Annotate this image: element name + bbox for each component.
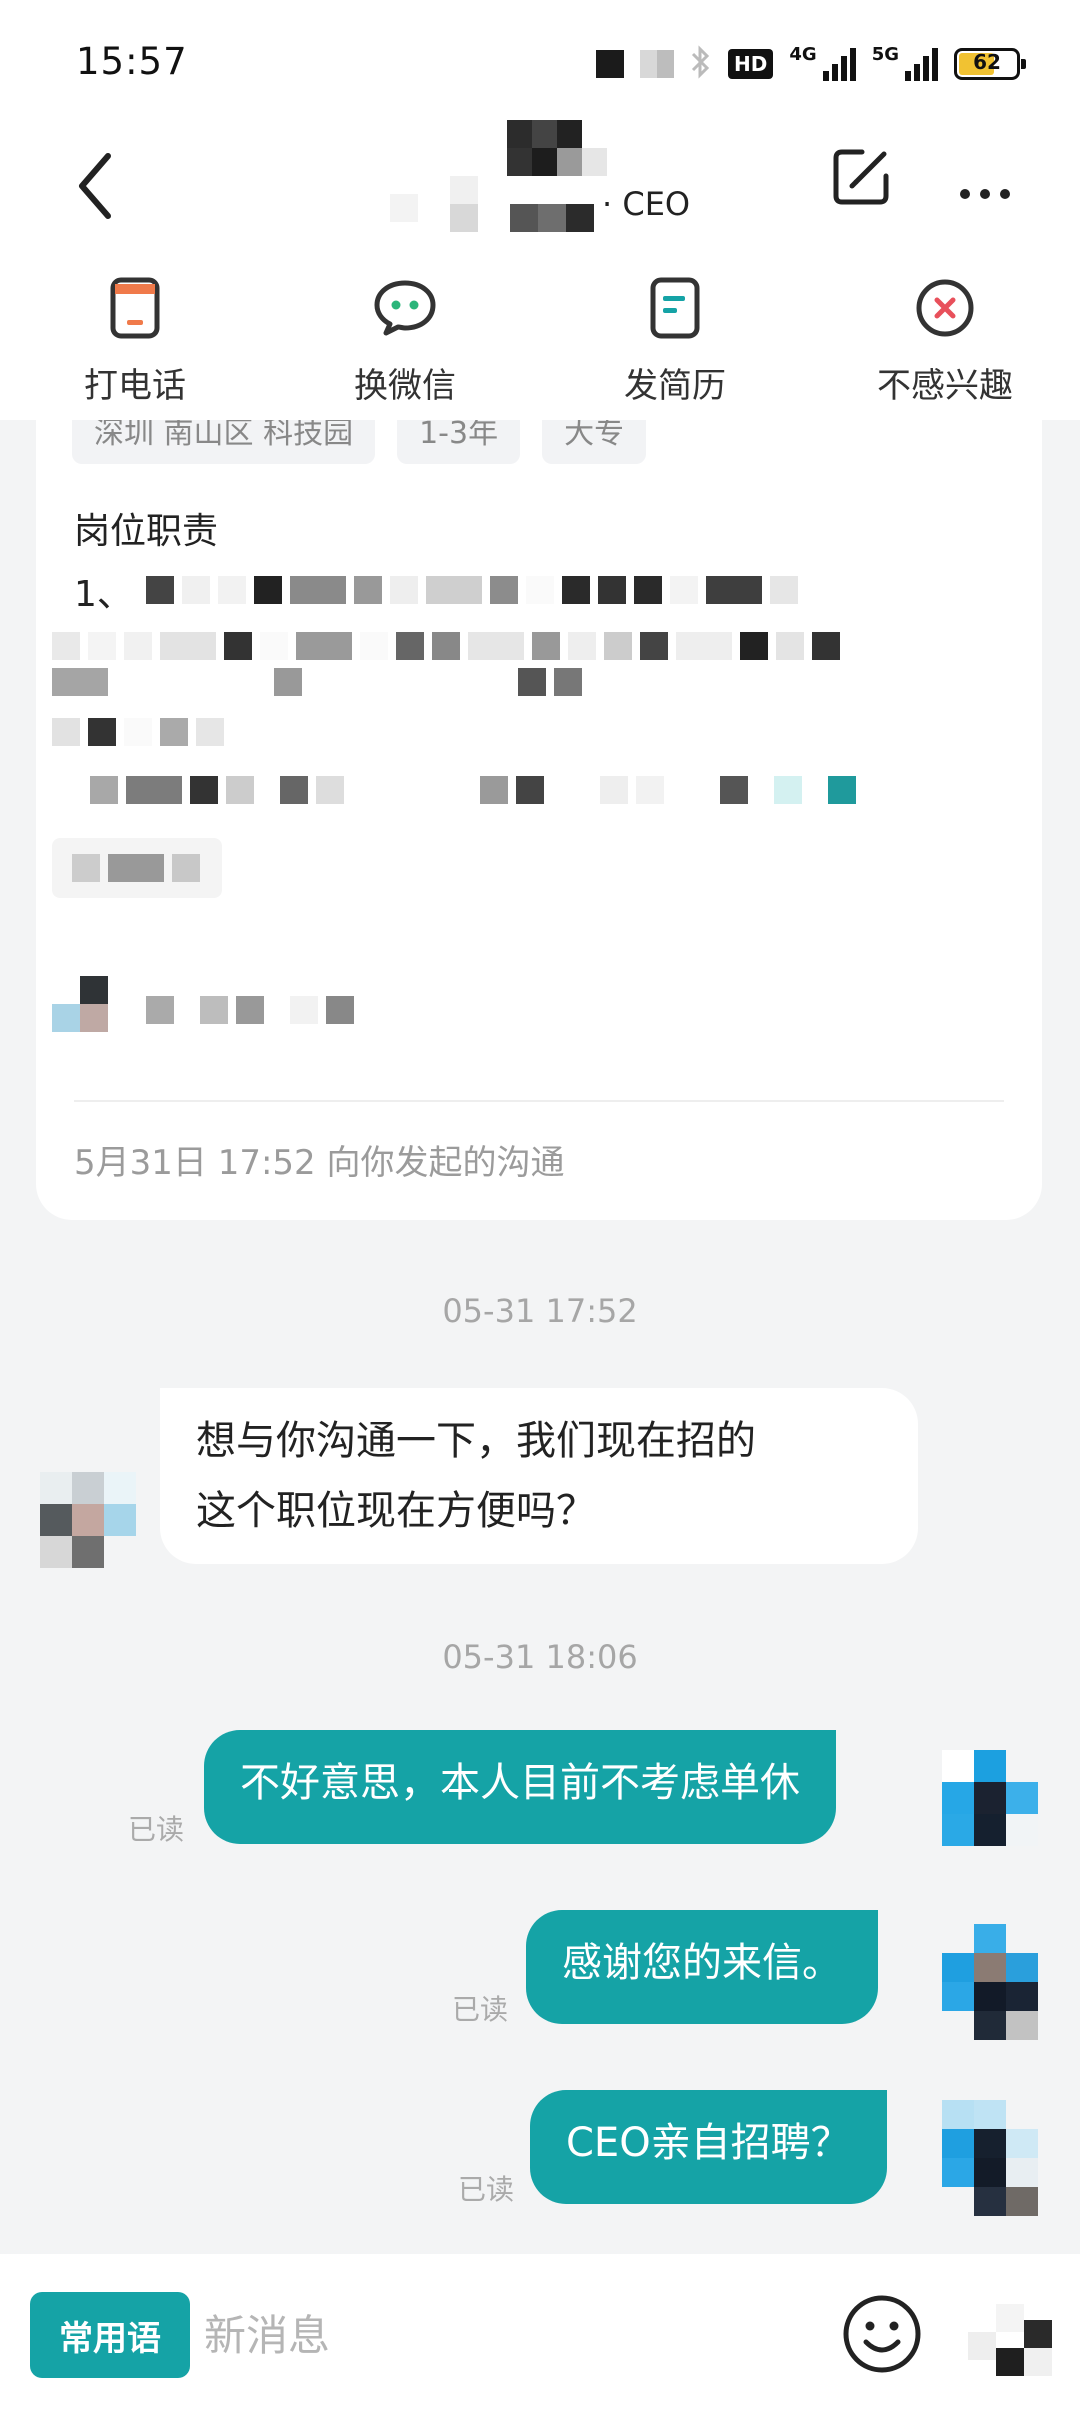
edit-button[interactable] bbox=[826, 142, 896, 212]
wechat-action[interactable]: 换微信 bbox=[270, 262, 540, 420]
message-text: CEO亲自招聘？ bbox=[566, 2120, 851, 2166]
conversation-started-time: 5月31日 17:52 向你发起的沟通 bbox=[74, 1143, 565, 1183]
recruiter-avatar bbox=[52, 976, 108, 1032]
job-card[interactable]: 深圳 南山区 科技园 1-3年 大专 岗位职责 1、 5月31日 17:52 向… bbox=[36, 420, 1042, 1220]
my-avatar[interactable] bbox=[942, 1750, 1038, 1846]
message-input[interactable] bbox=[204, 2292, 804, 2378]
edit-icon bbox=[833, 149, 889, 205]
not-interested-icon bbox=[909, 272, 981, 344]
chat-timestamp: 05-31 17:52 bbox=[442, 1292, 638, 1330]
more-icon bbox=[960, 189, 1010, 199]
action-bar: 打电话 换微信 发简历 不感兴趣 bbox=[0, 262, 1080, 420]
redacted-text bbox=[146, 996, 362, 1024]
chevron-left-icon bbox=[79, 153, 111, 219]
message-text: 感谢您的来信。 bbox=[562, 1940, 842, 1986]
divider bbox=[74, 1100, 1004, 1102]
recruiter-title: · CEO bbox=[602, 185, 691, 223]
message-text: 这个职位现在方便吗？ bbox=[196, 1488, 596, 1534]
back-button[interactable] bbox=[62, 136, 132, 226]
read-status: 已读 bbox=[452, 1993, 509, 2026]
status-bar: 15:57 HD 4G 5G 62 bbox=[0, 0, 1080, 120]
my-avatar[interactable] bbox=[942, 1924, 1038, 2040]
my-avatar[interactable] bbox=[942, 2100, 1038, 2216]
company-name-redacted bbox=[390, 176, 594, 232]
emoji-icon bbox=[843, 2295, 921, 2373]
job-description-title: 岗位职责 bbox=[74, 511, 219, 552]
job-tag-education: 大专 bbox=[542, 420, 647, 464]
network-4g-label: 4G bbox=[789, 44, 817, 65]
status-time: 15:57 bbox=[76, 40, 188, 83]
message-text: 不好意思，本人目前不考虑单休 bbox=[240, 1760, 800, 1806]
more-options-button[interactable] bbox=[960, 2300, 1056, 2380]
job-tags: 深圳 南山区 科技园 1-3年 大专 bbox=[72, 420, 647, 464]
call-label: 打电话 bbox=[84, 366, 186, 406]
resume-action[interactable]: 发简历 bbox=[540, 262, 810, 420]
phone-icon bbox=[99, 272, 171, 344]
emoji-button[interactable] bbox=[840, 2292, 924, 2376]
battery-percent: 62 bbox=[973, 50, 1001, 74]
bluetooth-icon bbox=[690, 44, 712, 84]
top-area: 15:57 HD 4G 5G 62 · CEO 打电话 换微信 发简历 不感兴趣 bbox=[0, 0, 1080, 420]
plus-icon-redacted bbox=[968, 2304, 1052, 2376]
wechat-icon bbox=[369, 272, 441, 344]
not-interested-label: 不感兴趣 bbox=[877, 366, 1013, 406]
notification-icon bbox=[640, 50, 675, 78]
redacted-text bbox=[72, 854, 208, 882]
redacted-text bbox=[146, 576, 806, 604]
not-interested-action[interactable]: 不感兴趣 bbox=[810, 262, 1080, 420]
input-bar: 常用语 bbox=[0, 2254, 1080, 2414]
notification-icon bbox=[596, 50, 625, 78]
status-icons: HD 4G 5G 62 bbox=[596, 44, 1026, 84]
redacted-text bbox=[52, 632, 848, 660]
message-bubble-outgoing[interactable]: 感谢您的来信。 bbox=[526, 1910, 878, 2024]
hd-icon: HD bbox=[728, 49, 774, 79]
redacted-text bbox=[52, 668, 590, 696]
job-tag-experience: 1-3年 bbox=[397, 420, 521, 464]
signal-icon bbox=[905, 47, 938, 81]
battery-icon: 62 bbox=[954, 48, 1026, 80]
message-bubble-outgoing[interactable]: 不好意思，本人目前不考虑单休 bbox=[204, 1730, 836, 1844]
network-5g-label: 5G bbox=[871, 44, 899, 65]
read-status: 已读 bbox=[128, 1813, 185, 1846]
redacted-text bbox=[52, 718, 232, 746]
recruiter-avatar[interactable] bbox=[40, 1472, 136, 1568]
redacted-text bbox=[90, 776, 864, 804]
job-tag-location: 深圳 南山区 科技园 bbox=[72, 420, 376, 464]
more-button[interactable] bbox=[950, 142, 1020, 212]
chat-timestamp: 05-31 18:06 bbox=[442, 1638, 638, 1676]
recruiter-company-title: · CEO bbox=[390, 176, 690, 232]
title-bar: · CEO bbox=[0, 120, 1080, 260]
resume-label: 发简历 bbox=[624, 366, 726, 406]
message-bubble-incoming[interactable]: 想与你沟通一下，我们现在招的 这个职位现在方便吗？ bbox=[160, 1388, 918, 1564]
call-action[interactable]: 打电话 bbox=[0, 262, 270, 420]
job-description-line: 1、 bbox=[74, 574, 133, 615]
signal-icon bbox=[822, 47, 856, 81]
message-text: 想与你沟通一下，我们现在招的 bbox=[196, 1418, 756, 1464]
wechat-label: 换微信 bbox=[354, 366, 456, 406]
quick-phrases-button[interactable]: 常用语 bbox=[30, 2292, 190, 2378]
read-status: 已读 bbox=[458, 2173, 515, 2206]
message-bubble-outgoing[interactable]: CEO亲自招聘？ bbox=[530, 2090, 887, 2204]
recruiter-name-redacted bbox=[507, 120, 607, 176]
resume-icon bbox=[639, 272, 711, 344]
